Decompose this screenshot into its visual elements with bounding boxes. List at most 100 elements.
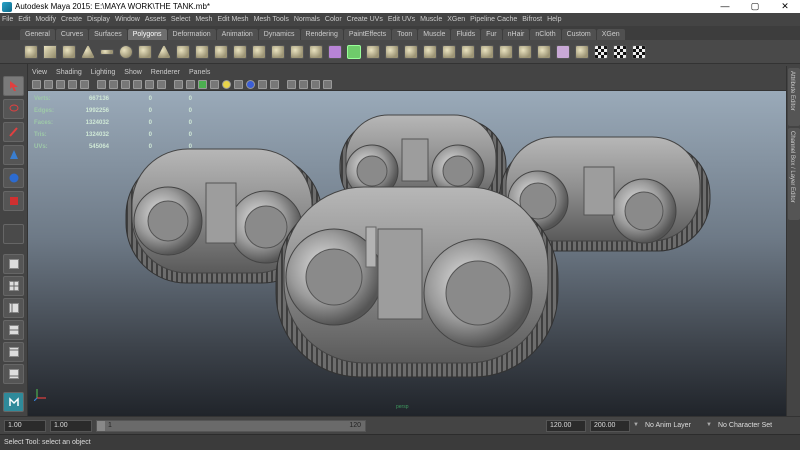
minimize-button[interactable]: — xyxy=(710,0,740,13)
anim-layer-dropdown[interactable]: No Anim Layer xyxy=(641,420,703,432)
move-tool-button[interactable] xyxy=(3,145,24,165)
playback-start-field[interactable]: 1.00 xyxy=(50,420,92,432)
maximize-button[interactable]: ▢ xyxy=(740,0,770,13)
menu-mesh-tools[interactable]: Mesh Tools xyxy=(254,16,294,23)
layout-hypershade-button[interactable] xyxy=(3,342,24,362)
wireframe-icon[interactable] xyxy=(174,79,183,89)
layout-persp-graph-button[interactable] xyxy=(3,320,24,340)
panel-menu-panels[interactable]: Panels xyxy=(189,69,210,76)
layout-four-button[interactable] xyxy=(3,276,24,296)
gate-mask-icon[interactable] xyxy=(133,79,142,89)
range-slider-handle[interactable] xyxy=(97,421,105,431)
bridge-icon[interactable] xyxy=(442,44,456,59)
shelf-tab-surfaces[interactable]: Surfaces xyxy=(89,29,127,40)
grid-icon[interactable] xyxy=(97,79,106,89)
shelf-tab-polygons[interactable]: Polygons xyxy=(127,29,167,40)
animation-start-field[interactable]: 1.00 xyxy=(4,420,46,432)
panel-menu-show[interactable]: Show xyxy=(124,69,142,76)
paint-select-tool-button[interactable] xyxy=(3,122,24,142)
menu-edit[interactable]: Edit xyxy=(18,16,35,23)
menu-file[interactable]: File xyxy=(2,16,18,23)
poly-soccer-ball-icon[interactable] xyxy=(214,44,228,59)
character-set-dropdown[interactable]: No Character Set xyxy=(714,420,782,432)
extrude-icon[interactable] xyxy=(423,44,437,59)
motion-blur-icon[interactable] xyxy=(258,79,267,89)
anti-aliasing-icon[interactable] xyxy=(270,79,279,89)
shelf-tab-rendering[interactable]: Rendering xyxy=(300,29,343,40)
cylindrical-map-icon[interactable] xyxy=(575,44,589,59)
shelf-tab-ncloth[interactable]: nCloth xyxy=(530,29,561,40)
smooth-shade-icon[interactable] xyxy=(186,79,195,89)
wireframe-on-shaded-icon[interactable] xyxy=(198,79,207,89)
layout-single-button[interactable] xyxy=(3,254,24,274)
menu-create-uvs[interactable]: Create UVs xyxy=(347,16,388,23)
film-gate-icon[interactable] xyxy=(109,79,118,89)
shelf-tab-deformation[interactable]: Deformation xyxy=(167,29,216,40)
uv-editor-icon[interactable] xyxy=(632,44,646,59)
poly-cylinder-icon[interactable] xyxy=(62,44,76,59)
xray-joints-icon[interactable] xyxy=(311,79,320,89)
shadows-icon[interactable] xyxy=(234,79,243,89)
character-set-menu-icon[interactable]: ▼ xyxy=(706,422,712,428)
menu-color[interactable]: Color xyxy=(325,16,347,23)
animation-end-field[interactable]: 200.00 xyxy=(590,420,630,432)
shelf-tab-nhair[interactable]: nHair xyxy=(502,29,530,40)
menu-select[interactable]: Select xyxy=(171,16,195,23)
poly-sphere-icon[interactable] xyxy=(24,44,38,59)
menu-modify[interactable]: Modify xyxy=(35,16,61,23)
xray-active-components-icon[interactable] xyxy=(323,79,332,89)
menu-bifrost[interactable]: Bifrost xyxy=(522,16,547,23)
panel-menu-shading[interactable]: Shading xyxy=(56,69,82,76)
insert-edge-loop-icon[interactable] xyxy=(480,44,494,59)
maya-home-button[interactable] xyxy=(3,392,24,412)
poly-pipe-icon[interactable] xyxy=(176,44,190,59)
camera-attributes-icon[interactable] xyxy=(44,79,53,89)
menu-normals[interactable]: Normals xyxy=(294,16,325,23)
bookmarks-icon[interactable] xyxy=(56,79,65,89)
menu-help[interactable]: Help xyxy=(547,16,566,23)
poly-cone-icon[interactable] xyxy=(81,44,95,59)
perspective-viewport[interactable]: Verts: 667136 0 0 Edges: 1992256 0 0 Fac… xyxy=(28,91,786,416)
close-button[interactable]: ✕ xyxy=(770,0,800,13)
shelf-tab-painteffects[interactable]: PaintEffects xyxy=(343,29,392,40)
shelf-tab-xgen[interactable]: XGen xyxy=(596,29,625,40)
image-plane-icon[interactable] xyxy=(68,79,77,89)
layout-persp-outliner-button[interactable] xyxy=(3,298,24,318)
combine-icon[interactable] xyxy=(252,44,266,59)
resolution-gate-icon[interactable] xyxy=(121,79,130,89)
panel-menu-lighting[interactable]: Lighting xyxy=(91,69,116,76)
playback-end-field[interactable]: 120.00 xyxy=(546,420,586,432)
panel-menu-view[interactable]: View xyxy=(32,69,47,76)
shelf-tab-curves[interactable]: Curves xyxy=(55,29,89,40)
menu-mesh[interactable]: Mesh xyxy=(195,16,217,23)
channel-box-tab[interactable]: Channel Box / Layer Editor xyxy=(788,128,800,220)
triangulate-icon[interactable] xyxy=(385,44,399,59)
panel-menu-renderer[interactable]: Renderer xyxy=(151,69,180,76)
shelf-tab-animation[interactable]: Animation xyxy=(216,29,258,40)
lasso-tool-button[interactable] xyxy=(3,99,24,119)
checker-map-icon[interactable] xyxy=(594,44,608,59)
automatic-map-icon[interactable] xyxy=(613,44,627,59)
poly-platonic-icon[interactable] xyxy=(233,44,247,59)
two-d-pan-zoom-icon[interactable] xyxy=(80,79,89,89)
anim-layer-menu-icon[interactable]: ▼ xyxy=(633,422,639,428)
append-polygon-icon[interactable] xyxy=(461,44,475,59)
shelf-tab-dynamics[interactable]: Dynamics xyxy=(258,29,300,40)
shelf-tab-muscle[interactable]: Muscle xyxy=(418,29,451,40)
isolate-select-icon[interactable] xyxy=(287,79,296,89)
poly-pyramid-icon[interactable] xyxy=(157,44,171,59)
mirror-icon[interactable] xyxy=(309,44,323,59)
attribute-editor-tab[interactable]: Attribute Editor xyxy=(788,68,800,126)
bevel-icon[interactable] xyxy=(499,44,513,59)
track-unit-front-center[interactable] xyxy=(275,186,559,378)
shelf-tab-fur[interactable]: Fur xyxy=(481,29,502,40)
menu-pipeline-cache[interactable]: Pipeline Cache xyxy=(470,16,522,23)
menu-edit-uvs[interactable]: Edit UVs xyxy=(388,16,420,23)
menu-create[interactable]: Create xyxy=(61,16,87,23)
menu-edit-mesh[interactable]: Edit Mesh xyxy=(217,16,253,23)
ambient-occlusion-icon[interactable] xyxy=(246,79,255,89)
menu-window[interactable]: Window xyxy=(115,16,145,23)
fill-hole-icon[interactable] xyxy=(366,44,380,59)
reduce-icon[interactable] xyxy=(347,44,361,59)
poly-cube-icon[interactable] xyxy=(43,44,57,59)
